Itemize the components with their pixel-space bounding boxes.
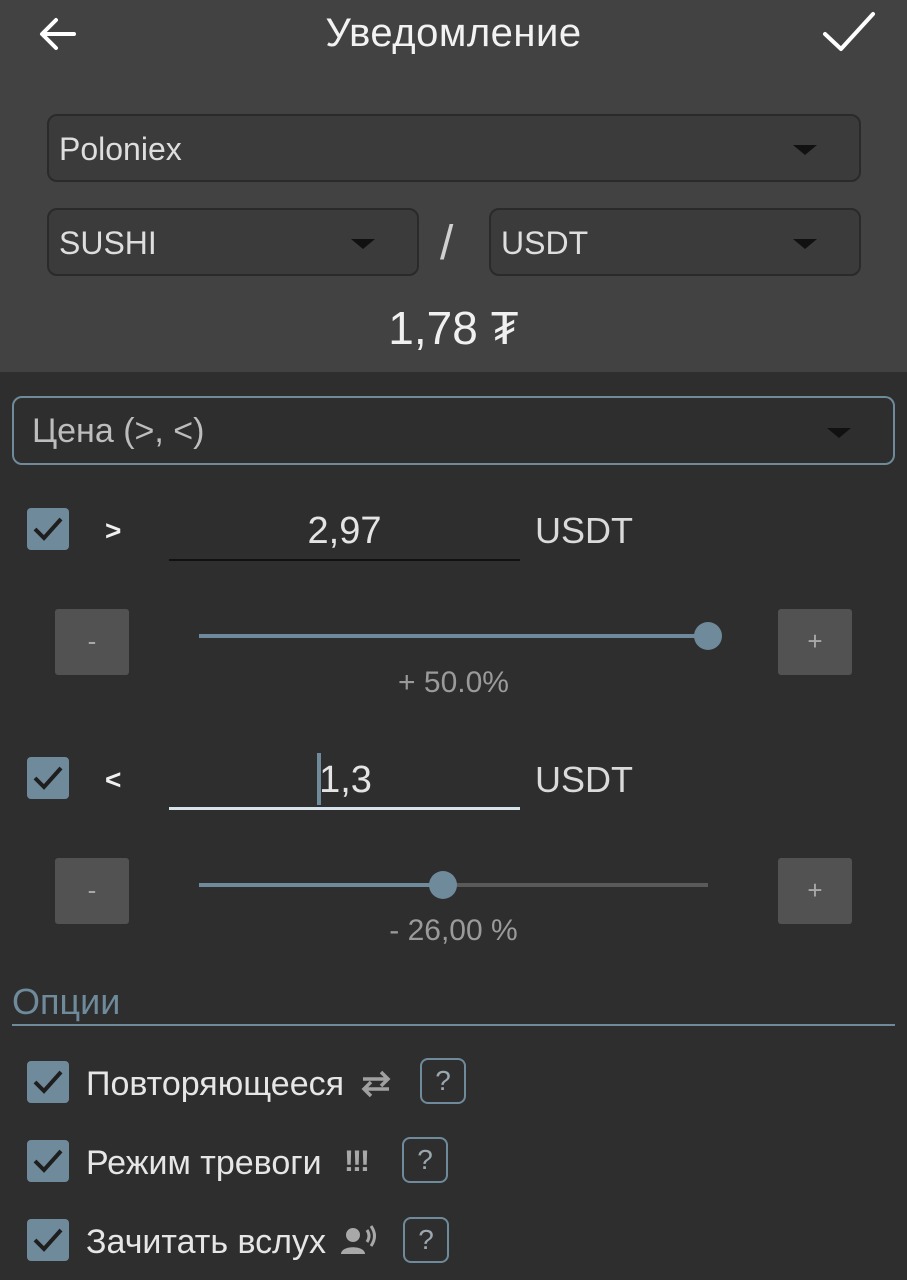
upper-percent-slider[interactable]: [199, 622, 722, 650]
alarm-exclamation-icon: !!!: [344, 1145, 370, 1178]
slider-fill: [199, 634, 708, 638]
repeat-icon: [359, 1066, 393, 1105]
lower-percent-slider[interactable]: [199, 871, 708, 899]
base-currency-select[interactable]: SUSHI: [47, 208, 419, 276]
quote-currency-select[interactable]: USDT: [489, 208, 861, 276]
repeating-checkbox[interactable]: [27, 1061, 69, 1103]
lower-unit-label: USDT: [535, 759, 633, 800]
slider-fill: [199, 883, 444, 887]
dropdown-caret-icon: [827, 428, 851, 438]
slider-thumb[interactable]: [429, 871, 458, 899]
confirm-check-icon[interactable]: [822, 10, 876, 56]
dropdown-caret-icon: [793, 145, 817, 155]
speak-icon: [340, 1224, 378, 1263]
text-cursor: [317, 752, 322, 805]
pair-separator: /: [440, 217, 454, 270]
greater-than-operator: >: [105, 515, 122, 546]
dropdown-caret-icon: [351, 239, 375, 249]
read-aloud-checkbox[interactable]: [27, 1219, 69, 1261]
current-price: 1,78 ₮: [388, 302, 519, 354]
condition-select[interactable]: Цена (>, <): [12, 396, 895, 465]
repeating-help-button[interactable]: ?: [420, 1058, 466, 1104]
upper-percent-label: + 50.0%: [398, 666, 509, 699]
upper-unit-label: USDT: [535, 510, 633, 551]
alarm-mode-help-button[interactable]: ?: [402, 1137, 448, 1183]
quote-currency-value: USDT: [501, 225, 589, 261]
slider-thumb[interactable]: [694, 622, 722, 650]
lower-price-input[interactable]: 1,3: [169, 752, 520, 810]
lower-price-value: 1,3: [319, 759, 372, 801]
exchange-select-value: Poloniex: [59, 131, 182, 167]
repeating-label: Повторяющееся: [86, 1065, 345, 1103]
alarm-mode-checkbox[interactable]: [27, 1140, 69, 1182]
upper-price-input[interactable]: 2,97: [169, 505, 520, 561]
upper-threshold-checkbox[interactable]: [27, 508, 69, 550]
page-title: Уведомление: [325, 11, 582, 55]
upper-price-value: 2,97: [307, 510, 382, 552]
options-section-title: Опции: [12, 981, 121, 1022]
lower-threshold-checkbox[interactable]: [27, 757, 69, 799]
options-divider: [12, 1024, 895, 1026]
base-currency-value: SUSHI: [59, 225, 157, 261]
alarm-mode-label: Режим тревоги: [86, 1144, 322, 1182]
exchange-select[interactable]: Poloniex: [47, 114, 861, 182]
dropdown-caret-icon: [793, 239, 817, 249]
read-aloud-help-button[interactable]: ?: [403, 1217, 449, 1263]
lower-percent-label: - 26,00 %: [389, 914, 518, 947]
condition-select-value: Цена (>, <): [32, 412, 205, 450]
less-than-operator: <: [105, 764, 122, 795]
read-aloud-label: Зачитать вслух: [86, 1223, 327, 1261]
